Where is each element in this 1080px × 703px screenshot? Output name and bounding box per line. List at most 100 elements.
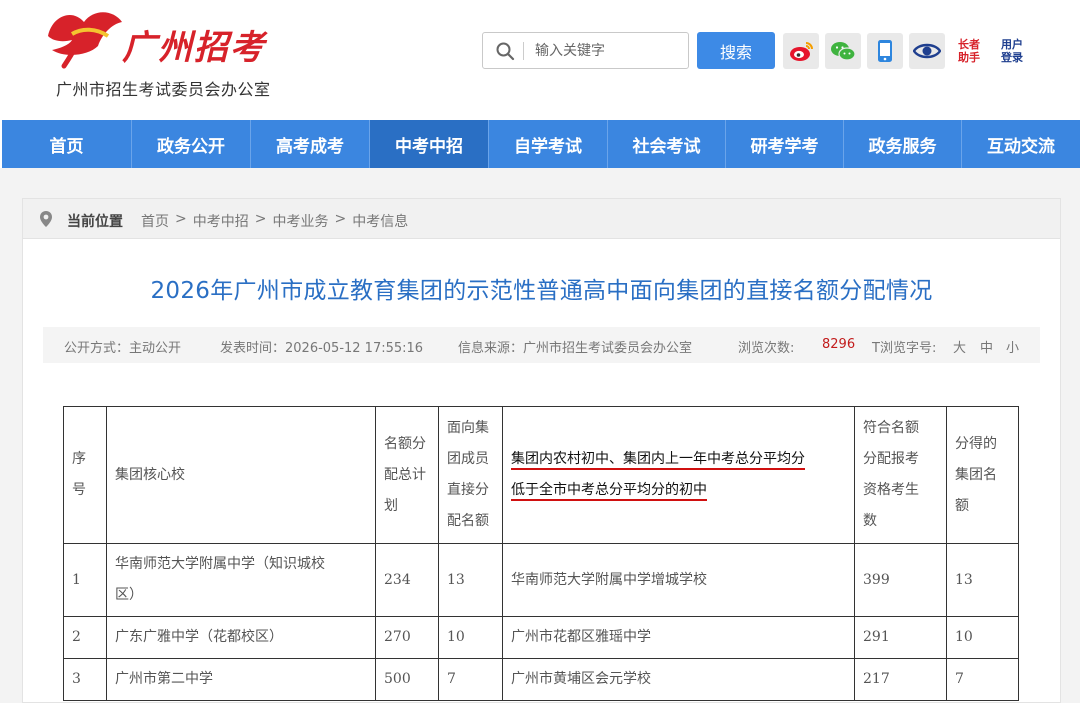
nav-item-graduate-exam[interactable]: 研考学考 xyxy=(726,120,844,168)
header-eligible-line: 数 xyxy=(863,513,877,529)
user-login-label-1: 用户 xyxy=(1001,38,1023,51)
article-meta-bar: 公开方式：主动公开 发表时间：2026-05-12 17:55:16 信息来源：… xyxy=(43,327,1040,363)
site-header: 广州招考 广州市招生考试委员会办公室 搜索 xyxy=(0,0,1080,108)
cell-member-school: 华南师范大学附属中学增城学校 xyxy=(502,543,855,617)
header-direct-line: 面向集 xyxy=(447,420,489,436)
nav-item-self-study-exam[interactable]: 自学考试 xyxy=(489,120,608,168)
logo-brand-text: 广州招考 xyxy=(122,28,266,68)
cell-total: 234 xyxy=(375,543,439,617)
font-size-label: T浏览字号: xyxy=(872,341,937,356)
cell-member-school: 广州市花都区雅瑶中学 xyxy=(502,616,855,659)
font-size-large[interactable]: 大 xyxy=(953,337,966,356)
nav-item-government-services[interactable]: 政务服务 xyxy=(844,120,962,168)
breadcrumb-separator: > xyxy=(175,211,187,227)
site-logo[interactable]: 广州招考 广州市招生考试委员会办公室 xyxy=(42,6,282,102)
table-row: 3 广州市第二中学 500 7 广州市黄埔区会元学校 217 7 xyxy=(63,658,1019,701)
user-login-label-2: 登录 xyxy=(1001,51,1023,64)
breadcrumb-bar: 当前位置 首页 > 中考中招 > 中考业务 > 中考信息 xyxy=(23,199,1060,239)
header-direct-line: 直接分 xyxy=(447,482,489,498)
header-no-line: 号 xyxy=(72,482,86,498)
search-box xyxy=(482,32,689,69)
nav-item-government-affairs[interactable]: 政务公开 xyxy=(132,120,251,168)
cell-core-school: 广州市第二中学 xyxy=(106,658,376,701)
breadcrumb-zhongkao-business[interactable]: 中考业务 xyxy=(272,211,328,231)
cell-direct: 7 xyxy=(438,658,503,701)
search-input[interactable] xyxy=(535,39,680,63)
weibo-button[interactable] xyxy=(783,33,819,69)
elderly-assistant-button[interactable]: 长者 助手 xyxy=(951,33,987,69)
cell-eligible: 217 xyxy=(854,658,947,701)
search-divider xyxy=(523,42,524,60)
breadcrumb-separator: > xyxy=(334,211,347,227)
wechat-icon xyxy=(831,42,856,61)
header-total-line: 配总计 xyxy=(384,466,426,483)
header-alloc-line: 分得的 xyxy=(955,435,997,452)
views-count: 8296 xyxy=(822,337,856,352)
header-total-line: 名额分 xyxy=(384,435,426,452)
header-total-line: 划 xyxy=(384,497,398,514)
disclosure-method: 公开方式：主动公开 xyxy=(64,341,182,356)
header-alloc-line: 集团名 xyxy=(955,466,997,483)
header-eligible-line: 资格考生 xyxy=(863,482,919,498)
nav-item-interaction[interactable]: 互动交流 xyxy=(962,120,1080,168)
breadcrumb-label: 当前位置 xyxy=(67,214,123,230)
header-eligible-line: 分配报考 xyxy=(863,451,919,467)
cell-eligible: 291 xyxy=(854,616,947,659)
header-member-line-underlined: 集团内农村初中、集团内上一年中考总分平均分 xyxy=(511,451,805,470)
cell-core-line: 区） xyxy=(115,587,143,603)
cell-total: 500 xyxy=(375,658,439,701)
search-button[interactable]: 搜索 xyxy=(697,32,775,69)
article-title: 2026年广州市成立教育集团的示范性普通高中面向集团的直接名额分配情况 xyxy=(150,278,933,304)
weibo-icon xyxy=(790,42,813,61)
cell-eligible: 399 xyxy=(854,543,947,617)
elderly-assistant-label-2: 助手 xyxy=(958,51,980,64)
cell-no: 3 xyxy=(63,658,107,701)
breadcrumb: 首页 > 中考中招 > 中考业务 > 中考信息 xyxy=(141,211,408,231)
cell-no: 2 xyxy=(63,616,107,659)
eye-icon xyxy=(913,43,941,59)
font-size-small[interactable]: 小 xyxy=(1006,337,1019,356)
cell-no: 1 xyxy=(63,543,107,617)
breadcrumb-home[interactable]: 首页 xyxy=(141,211,169,231)
nav-item-zhongkao[interactable]: 中考中招 xyxy=(370,120,489,168)
views-label: 浏览次数: xyxy=(738,341,795,356)
breadcrumb-zhongkao-info[interactable]: 中考信息 xyxy=(352,211,408,231)
header-no-line: 序 xyxy=(72,451,86,467)
cell-alloc: 13 xyxy=(946,543,1019,617)
header-member-school: 集团内农村初中、集团内上一年中考总分平均分 低于全市中考总分平均分的初中 xyxy=(502,406,855,544)
header-direct-line: 配名额 xyxy=(447,513,489,529)
user-login-button[interactable]: 用户 登录 xyxy=(994,33,1030,69)
header-eligible-count: 符合名额 分配报考 资格考生 数 xyxy=(854,406,947,544)
cell-direct: 13 xyxy=(438,543,503,617)
logo-org-name: 广州市招生考试委员会办公室 xyxy=(56,80,271,99)
header-alloc-line: 额 xyxy=(955,497,969,514)
cell-direct: 10 xyxy=(438,616,503,659)
main-nav: 首页 政务公开 高考成考 中考中招 自学考试 社会考试 研考学考 政务服务 互动… xyxy=(2,120,1080,168)
header-direct-line: 团成员 xyxy=(447,451,489,467)
header-member-line-underlined: 低于全市中考总分平均分的初中 xyxy=(511,482,707,501)
mobile-button[interactable] xyxy=(867,33,903,69)
breadcrumb-separator: > xyxy=(254,211,267,227)
header-direct-quota: 面向集 团成员 直接分 配名额 xyxy=(438,406,503,544)
table-header-row: 序 号 集团核心校 名额分 配总计 划 面向集 团成员 直接分 配名额 集团内农… xyxy=(63,406,1019,544)
nav-item-home[interactable]: 首页 xyxy=(2,120,132,168)
table-row: 1 华南师范大学附属中学（知识城校 区） 234 13 华南师范大学附属中学增城… xyxy=(63,543,1019,617)
nav-item-gaokao[interactable]: 高考成考 xyxy=(251,120,370,168)
quota-table: 序 号 集团核心校 名额分 配总计 划 面向集 团成员 直接分 配名额 集团内农… xyxy=(63,406,1019,701)
font-size-medium[interactable]: 中 xyxy=(980,337,993,356)
location-pin-icon xyxy=(40,211,52,227)
info-source: 信息来源：广州市招生考试委员会办公室 xyxy=(458,341,693,356)
breadcrumb-zhongkao[interactable]: 中考中招 xyxy=(193,211,249,231)
search-icon xyxy=(496,42,515,61)
table-row: 2 广东广雅中学（花都校区） 270 10 广州市花都区雅瑶中学 291 10 xyxy=(63,616,1019,659)
nav-item-social-exam[interactable]: 社会考试 xyxy=(608,120,726,168)
header-no: 序 号 xyxy=(63,406,107,544)
header-core-school: 集团核心校 xyxy=(106,406,376,544)
elderly-assistant-label-1: 长者 xyxy=(958,38,980,51)
wechat-button[interactable] xyxy=(825,33,861,69)
header-eligible-line: 符合名额 xyxy=(863,420,919,436)
cell-core-school: 华南师范大学附属中学（知识城校 区） xyxy=(106,543,376,617)
cell-total: 270 xyxy=(375,616,439,659)
cell-core-line: 华南师范大学附属中学（知识城校 xyxy=(115,556,325,572)
accessibility-view-button[interactable] xyxy=(909,33,945,69)
